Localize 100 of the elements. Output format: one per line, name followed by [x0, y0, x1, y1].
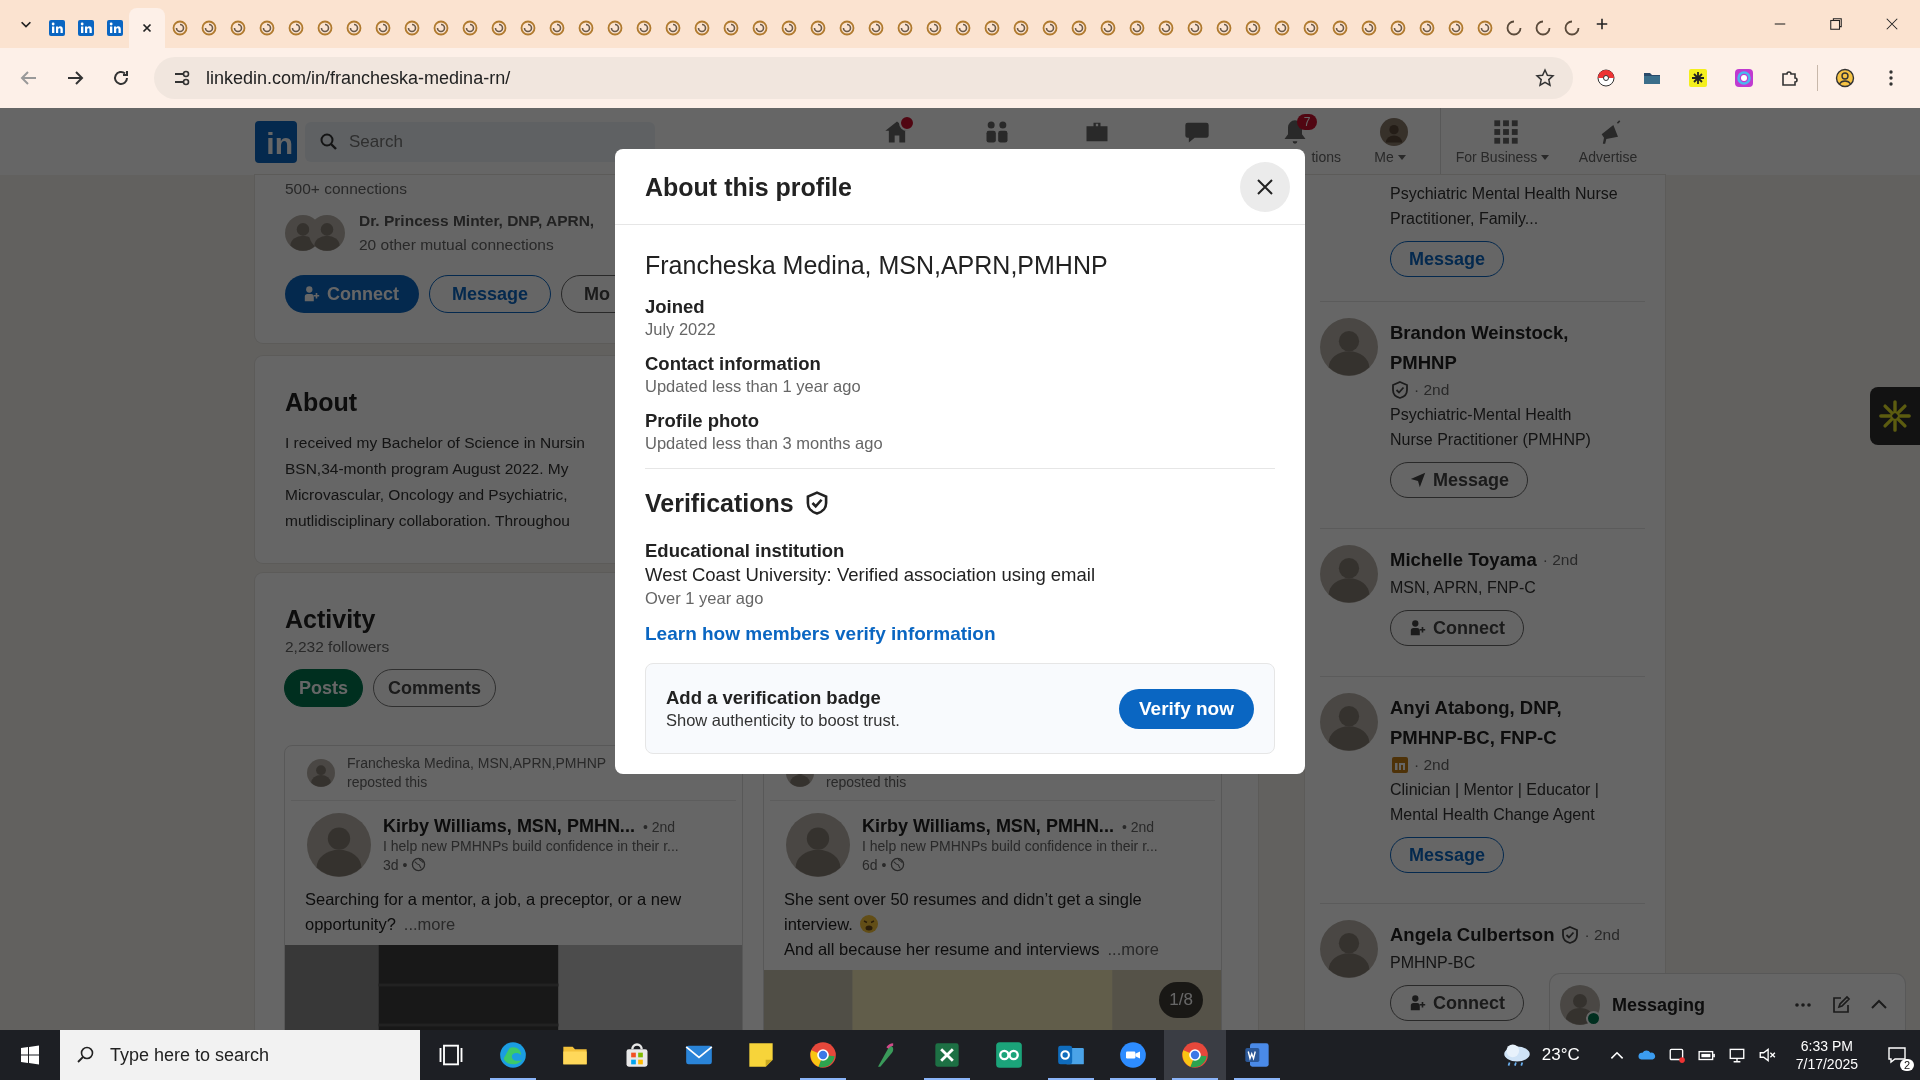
- notification-count: 2: [1899, 1059, 1914, 1071]
- clock-time: 6:33 PM: [1800, 1037, 1853, 1055]
- person-name[interactable]: Angela Culbertson: [1390, 920, 1555, 950]
- security-icon[interactable]: [1667, 1046, 1686, 1064]
- browser-tab[interactable]: [129, 8, 165, 48]
- nav-item[interactable]: For Business: [1441, 108, 1571, 175]
- linkedin-icon: [106, 20, 123, 36]
- avatar: [1320, 318, 1378, 376]
- person-name[interactable]: Anyi Atabong, DNP, PMHNP-BC, FNP-C: [1390, 693, 1595, 753]
- spiral-icon: [316, 20, 333, 36]
- spiral-icon: [867, 20, 884, 36]
- clock[interactable]: 6:33 PM 7/17/2025: [1795, 1037, 1858, 1073]
- linkedin-logo[interactable]: in: [255, 120, 297, 163]
- post-text: Searching for a mentor, a job, a preceptor, or a new opportunity? ...more: [304, 889, 683, 935]
- nav-item[interactable]: 7 tions: [1247, 108, 1347, 175]
- sticky-note-icon: [747, 1041, 775, 1069]
- spiral-icon: [1099, 20, 1116, 36]
- nav-label: tions: [1311, 149, 1341, 165]
- spiral-icon: [1273, 20, 1290, 36]
- avatar: [1320, 920, 1378, 978]
- spiral-icon: [200, 20, 217, 36]
- spiral-icon: [664, 20, 681, 36]
- close-button[interactable]: [1240, 161, 1290, 212]
- person-name[interactable]: Brandon Weinstock, PMHNP: [1390, 318, 1595, 378]
- spiral-icon: [1157, 20, 1174, 36]
- spiral-icon: [925, 20, 942, 36]
- spiral-icon: [287, 20, 304, 36]
- chrome-icon: [1181, 1041, 1209, 1069]
- dialog-title: About this profile: [645, 171, 852, 203]
- verify-now-button[interactable]: Verify now: [1118, 688, 1254, 729]
- nav-item[interactable]: Advertise: [1571, 108, 1651, 175]
- spiral-icon: [519, 20, 536, 36]
- add-person-icon: [303, 285, 321, 303]
- profile-action-button[interactable]: Connect: [285, 275, 419, 313]
- video-camera-icon: [1119, 1041, 1147, 1069]
- globe-icon: [411, 857, 427, 872]
- reposter-name[interactable]: Francheska Medina, MSN,APRN,PMHNP: [347, 754, 607, 773]
- filter-pill[interactable]: Posts: [284, 669, 364, 707]
- spiral-icon: [461, 20, 478, 36]
- notification-center-button[interactable]: 2: [1874, 1030, 1920, 1080]
- address-bar[interactable]: linkedin.com/in/francheska-medina-rn/: [154, 57, 1573, 99]
- shopping-bag-icon: [623, 1041, 651, 1069]
- avatar: [1379, 118, 1408, 146]
- spiral-icon: [1418, 20, 1435, 36]
- connections-count: 500+ connections: [285, 179, 407, 199]
- network-icon[interactable]: [1727, 1046, 1746, 1064]
- mutual-connections-count: 20 other mutual connections: [359, 235, 554, 255]
- spiral-icon: [1331, 20, 1348, 36]
- add-person-icon: [1409, 994, 1427, 1012]
- muted-speaker-icon[interactable]: [1757, 1046, 1776, 1064]
- avatar: [1320, 693, 1378, 751]
- spiral-icon: [1215, 20, 1232, 36]
- spiral-icon: [490, 20, 507, 36]
- fact-value: Updated less than 1 year ago: [645, 376, 862, 397]
- about-text: I received my Bachelor of Science in Nursin BSN,34-month program August 2022. My Microvascular, Oncology and Psychiatric, mutlidisciplinary collaboration. Throughou: [285, 433, 585, 531]
- spinner-icon: [1505, 20, 1522, 36]
- filter-pill[interactable]: Comments: [373, 669, 497, 707]
- spiral-icon: [1041, 20, 1058, 36]
- taskbar-search-field[interactable]: Type here to search: [60, 1030, 420, 1080]
- person-name[interactable]: Michelle Toyama: [1390, 545, 1537, 575]
- fact-label: Profile photo: [645, 409, 761, 432]
- connection-degree: · 2nd: [1542, 550, 1579, 570]
- notification-count: 7: [1297, 114, 1317, 130]
- see-more-link[interactable]: ...more: [1107, 940, 1159, 958]
- edge-icon: [499, 1041, 527, 1069]
- side-widget[interactable]: [1870, 387, 1920, 445]
- globe-icon: [890, 857, 906, 872]
- url-text: linkedin.com/in/francheska-medina-rn/: [206, 67, 511, 89]
- author-name[interactable]: Kirby Williams, MSN, PMHN...: [383, 815, 635, 837]
- spiral-icon: [548, 20, 565, 36]
- nav-item[interactable]: Me: [1347, 108, 1440, 175]
- taskbar-app-button[interactable]: [1164, 1030, 1226, 1080]
- fact-label: Contact information: [645, 352, 822, 375]
- grid-icon: [1492, 118, 1520, 146]
- spiral-icon: [1012, 20, 1029, 36]
- spiral-icon: [171, 20, 188, 36]
- mutual-connection-names[interactable]: Dr. Princess Minter, DNP, APRN,: [359, 209, 595, 233]
- spiral-icon: [751, 20, 768, 36]
- star-icon[interactable]: [1535, 68, 1555, 88]
- app-icon: [995, 1041, 1023, 1069]
- panel-subtitle: Show authenticity to boost trust.: [666, 710, 900, 731]
- linkedin-icon: [48, 20, 65, 36]
- avatar: [307, 813, 371, 877]
- send-icon: [1409, 471, 1427, 489]
- nav-label: Me: [1374, 149, 1394, 165]
- spiral-icon: [1360, 20, 1377, 36]
- spiral-icon: [577, 20, 594, 36]
- clock-date: 7/17/2025: [1795, 1055, 1858, 1073]
- nav-label: For Business: [1455, 149, 1538, 165]
- spiral-icon: [345, 20, 362, 36]
- asterisk-icon: [1688, 68, 1708, 88]
- document-icon: [1243, 1041, 1271, 1069]
- spinner-icon: [1534, 20, 1551, 36]
- see-more-link[interactable]: ...more: [403, 915, 456, 933]
- learn-more-link[interactable]: Learn how members verify information: [645, 623, 996, 645]
- messaging-bar[interactable]: Messaging: [1550, 974, 1905, 1030]
- compose-icon[interactable]: [1831, 995, 1851, 1015]
- close-icon: [1255, 176, 1275, 197]
- close-icon: [1885, 17, 1899, 31]
- author-name[interactable]: Kirby Williams, MSN, PMHN...: [862, 815, 1114, 837]
